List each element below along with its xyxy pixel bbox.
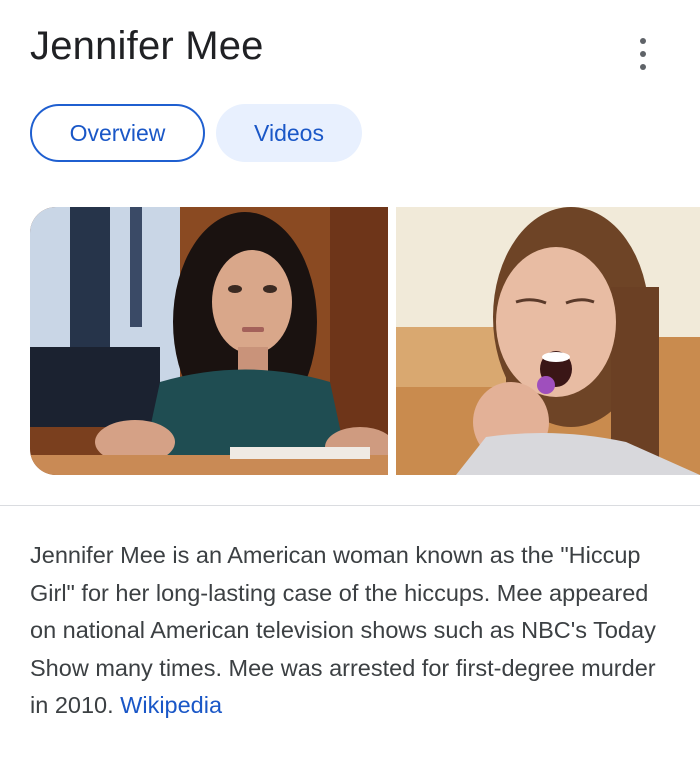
dot-icon xyxy=(640,38,646,44)
dot-icon xyxy=(640,64,646,70)
photo-hiccup[interactable] xyxy=(396,207,700,475)
tab-videos[interactable]: Videos xyxy=(216,104,362,162)
description: Jennifer Mee is an American woman known … xyxy=(30,537,670,725)
tab-overview[interactable]: Overview xyxy=(30,104,205,162)
photo-courtroom[interactable] xyxy=(30,207,388,475)
dot-icon xyxy=(640,51,646,57)
more-vert-icon[interactable] xyxy=(630,34,656,74)
photo-hiccup-image xyxy=(396,207,700,475)
photo-courtroom-image xyxy=(30,207,388,475)
page-title: Jennifer Mee xyxy=(30,24,264,68)
section-divider xyxy=(0,505,700,506)
wikipedia-link[interactable]: Wikipedia xyxy=(120,692,222,718)
